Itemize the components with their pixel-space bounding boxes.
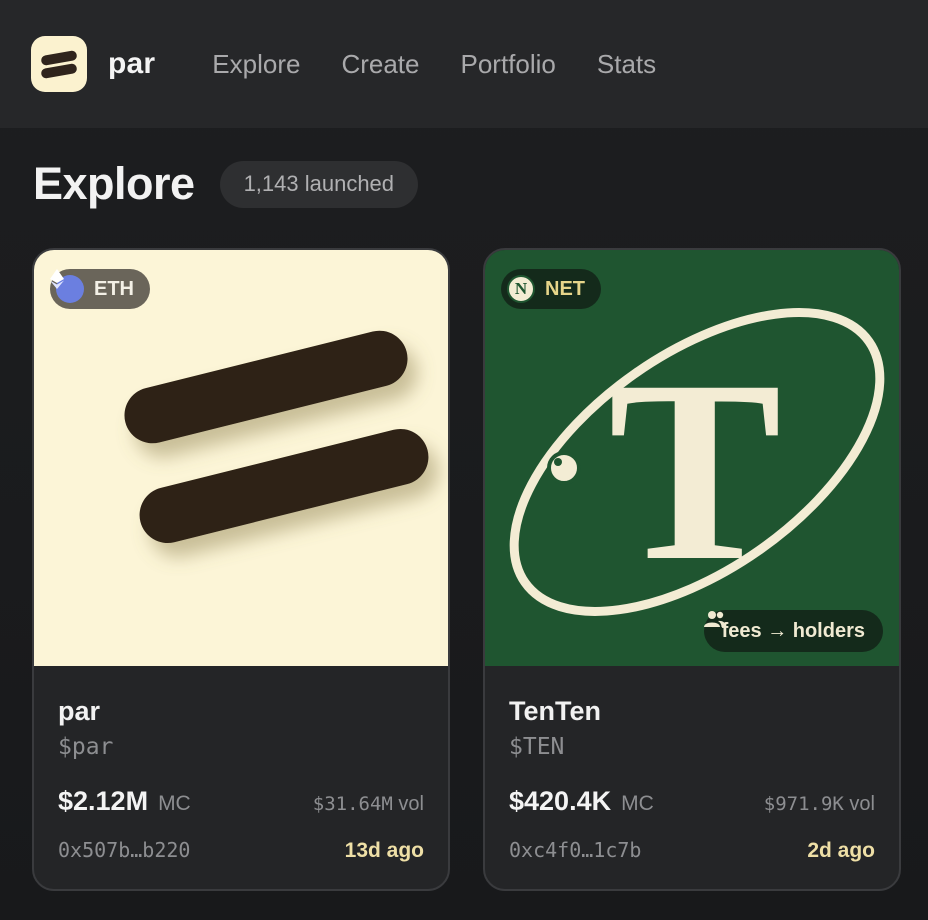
- net-icon-letter: N: [514, 279, 528, 298]
- fees-label: fees → holders: [721, 619, 865, 642]
- ethereum-icon: [50, 269, 84, 303]
- market-cap-unit: MC: [158, 792, 191, 815]
- token-name: par: [58, 696, 101, 726]
- volume: $971.9K vol: [764, 793, 875, 816]
- contract-address: 0xc4f0…1c7b: [509, 838, 642, 862]
- brand-name[interactable]: par: [108, 47, 155, 81]
- card-body: TenTen $TEN $420.4K MC $971.9K vol 0xc4f0…: [485, 666, 899, 889]
- chain-label: ETH: [94, 277, 134, 300]
- volume-value: $971.9K: [763, 793, 844, 815]
- chain-badge-net: N NET: [501, 269, 601, 309]
- tenten-logo-image: T N NET fees → holders: [485, 250, 899, 666]
- title-row: Explore 1,143 launched: [33, 158, 419, 210]
- tenten-letter: T: [608, 327, 781, 615]
- brand-logo-icon[interactable]: [31, 36, 87, 92]
- card-body: par $par $2.12M MC $31.64M vol 0x507b…b22…: [34, 666, 448, 889]
- chain-label: NET: [545, 277, 585, 300]
- chain-badge-eth: ETH: [50, 269, 150, 309]
- address-row: 0xc4f0…1c7b 2d ago: [509, 838, 875, 863]
- volume-unit: vol: [849, 793, 875, 815]
- market-row: $2.12M MC $31.64M vol: [58, 786, 424, 817]
- token-card-par[interactable]: ETH par $par $2.12M MC $31.64M vol 0x507b…: [32, 248, 450, 891]
- top-nav: par Explore Create Portfolio Stats: [0, 0, 928, 128]
- volume-value: $31.64M: [312, 793, 393, 815]
- fees-to-holders-badge: fees → holders: [703, 610, 883, 652]
- launched-count-badge: 1,143 launched: [219, 160, 419, 208]
- address-row: 0x507b…b220 13d ago: [58, 838, 424, 863]
- users-icon: [703, 611, 726, 627]
- nav-create[interactable]: Create: [341, 49, 419, 80]
- contract-address: 0x507b…b220: [58, 838, 191, 862]
- token-card-tenten[interactable]: T N NET fees → holders TenTen $TEN $420.…: [483, 248, 901, 891]
- launch-age: 2d ago: [807, 839, 875, 862]
- market-row: $420.4K MC $971.9K vol: [509, 786, 875, 817]
- launch-age: 13d ago: [344, 839, 424, 862]
- nav-stats[interactable]: Stats: [597, 49, 656, 80]
- market-cap-value: $420.4K: [509, 786, 612, 816]
- volume: $31.64M vol: [313, 793, 424, 816]
- page: par Explore Create Portfolio Stats Explo…: [0, 0, 928, 920]
- token-name: TenTen: [509, 696, 601, 726]
- market-cap-value: $2.12M: [58, 786, 149, 816]
- nav-portfolio[interactable]: Portfolio: [461, 49, 556, 80]
- nav-explore[interactable]: Explore: [212, 49, 300, 80]
- par-logo-image: ETH: [34, 250, 448, 666]
- net-icon: N: [507, 275, 535, 303]
- page-title: Explore: [33, 158, 195, 209]
- token-symbol: $TEN: [509, 734, 565, 760]
- main-nav: Explore Create Portfolio Stats: [212, 49, 697, 80]
- token-symbol: $par: [58, 734, 114, 760]
- volume-unit: vol: [398, 793, 424, 815]
- market-cap-unit: MC: [621, 792, 654, 815]
